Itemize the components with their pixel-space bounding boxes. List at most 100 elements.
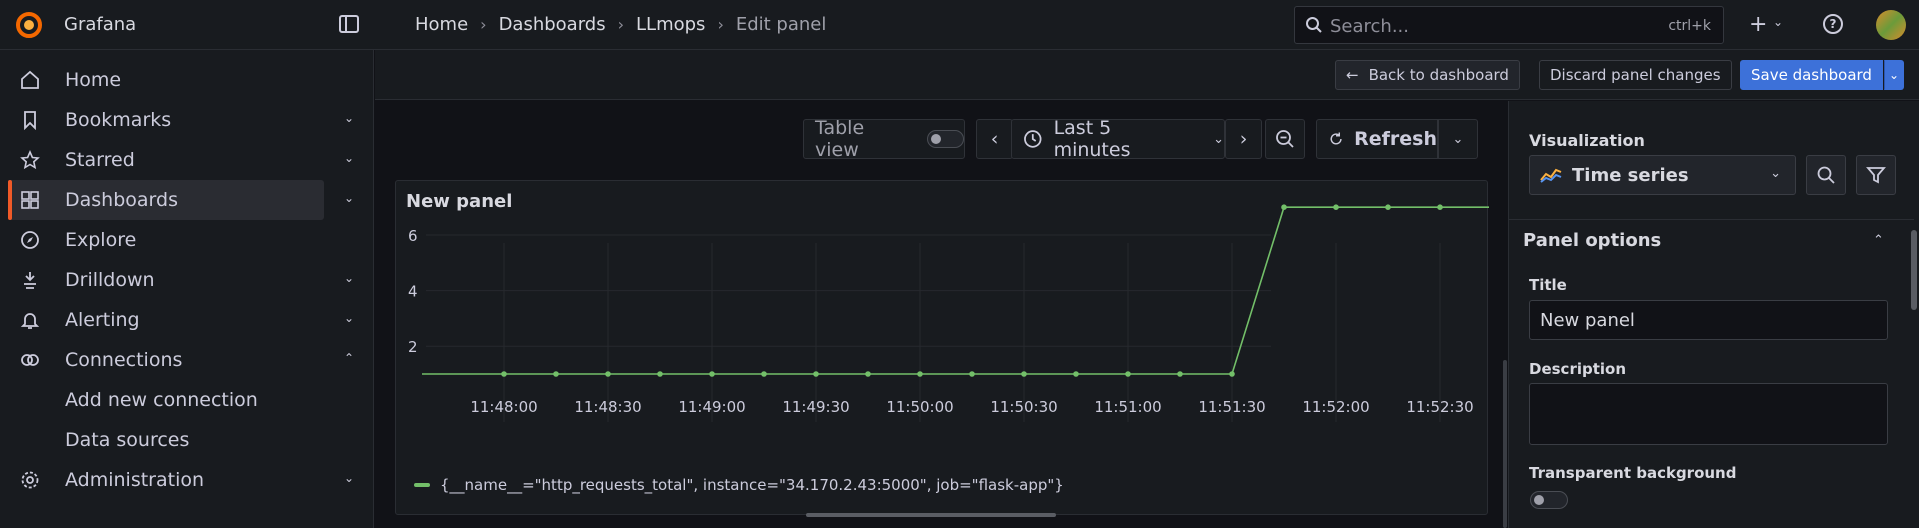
bell-icon [20,313,40,329]
chevron-down-icon[interactable]: ⌄ [344,271,354,285]
sidebar-item-alerting[interactable]: Alerting ⌄ [0,300,374,340]
help-icon[interactable]: ? [1823,14,1843,34]
series-point [1437,204,1443,210]
active-indicator [8,180,12,220]
bookmark-icon [24,111,36,130]
series-point [761,371,767,377]
drilldown-icon [24,272,36,289]
chevron-down-icon: ⌄ [1770,166,1781,181]
x-tick-label: 11:50:30 [990,398,1057,416]
visualization-search-button[interactable] [1806,155,1846,195]
sidebar-item-bookmarks[interactable]: Bookmarks ⌄ [0,100,374,140]
x-tick-label: 11:51:00 [1094,398,1161,416]
top-bar: Grafana Home › Dashboards › LLmops › Edi… [0,0,1919,50]
refresh-interval-button[interactable]: ⌄ [1438,119,1478,159]
sidebar-item-label: Dashboards [65,189,178,211]
chevron-down-icon[interactable]: ⌄ [344,311,354,325]
search-icon [1817,166,1835,184]
back-to-dashboard-button[interactable]: ← Back to dashboard [1335,60,1520,90]
chevron-down-icon: ⌄ [1452,131,1464,147]
table-view-switch[interactable] [926,130,964,148]
series-point [969,371,975,377]
compass-icon [21,231,39,249]
panel[interactable]: New panel 11:48:00 11:48:30 11:49:00 11:49:… [395,180,1489,515]
sidebar-item-connections[interactable]: Connections ⌃ [0,340,374,380]
chevron-left-icon: ‹ [990,128,999,150]
x-tick-label: 11:51:30 [1198,398,1265,416]
zoom-out-button[interactable] [1265,119,1305,159]
app-brand: Grafana [64,14,137,35]
save-dashboard-button[interactable]: Save dashboard [1740,60,1883,90]
time-forward-button[interactable]: › [1225,119,1262,159]
transparent-background-label: Transparent background [1529,464,1737,482]
title-input-value: New panel [1540,310,1635,331]
legend: {__name__="http_requests_total", instanc… [414,476,1064,494]
chevron-down-icon: ⌄ [1213,131,1224,147]
legend-label[interactable]: {__name__="http_requests_total", instanc… [440,476,1064,494]
time-series-chart[interactable]: 11:48:00 11:48:30 11:49:00 11:49:30 11:50:00… [396,181,1489,471]
series-point [917,371,923,377]
sidebar-item-add-new-connection[interactable]: Add new connection [0,380,374,420]
x-tick-label: 11:49:00 [678,398,745,416]
search-shortcut: ctrl+k [1668,18,1711,34]
chevron-down-icon: ⌄ [1889,68,1900,82]
sidebar-item-home[interactable]: Home [0,60,374,100]
sidebar-item-label: Starred [65,149,135,171]
avatar[interactable] [1876,10,1906,40]
visualization-filter-button[interactable] [1856,155,1896,195]
sidebar-item-explore[interactable]: Explore [0,220,374,260]
sidebar-item-drilldown[interactable]: Drilldown ⌄ [0,260,374,300]
discard-panel-changes-button[interactable]: Discard panel changes [1539,60,1732,90]
link-icon [21,354,39,366]
sidebar-item-dashboards[interactable]: Dashboards ⌄ [0,180,374,220]
sidebar-item-starred[interactable]: Starred ⌄ [0,140,374,180]
table-view-toggle[interactable]: Table view [803,117,965,161]
series-point [1333,204,1339,210]
sidebar-item-label: Bookmarks [65,109,172,131]
zoom-out-icon [1276,130,1294,148]
breadcrumb-separator-icon: › [617,15,625,34]
sidebar-item-administration[interactable]: Administration ⌄ [0,460,374,500]
series-point [1177,371,1183,377]
horizontal-scrollbar[interactable] [806,513,1056,517]
dock-menu-icon[interactable] [339,15,359,33]
y-tick-label: 6 [408,227,418,245]
chevron-up-icon[interactable]: ⌃ [1873,233,1884,248]
save-options-button[interactable]: ⌄ [1884,60,1904,90]
series-point [1229,371,1235,377]
pane-resize-handle[interactable] [1503,360,1507,528]
series-point [605,371,611,377]
add-icon[interactable]: + [1749,12,1767,37]
visualization-picker[interactable]: Time series ⌄ [1529,155,1796,195]
breadcrumb: Home › Dashboards › LLmops › Edit panel [415,14,826,35]
title-input[interactable]: New panel [1529,300,1888,340]
grafana-logo[interactable] [14,10,44,40]
series-point [553,371,559,377]
chevron-down-icon[interactable]: ⌄ [344,111,354,125]
series-point [865,371,871,377]
vertical-scrollbar[interactable] [1911,230,1917,310]
chevron-down-icon[interactable]: ⌄ [344,191,354,205]
chevron-down-icon[interactable]: ⌄ [344,151,354,165]
search-placeholder: Search... [1330,16,1410,37]
breadcrumb-edit-panel: Edit panel [735,14,827,35]
chevron-down-icon[interactable]: ⌄ [344,471,354,485]
y-tick-label: 4 [408,283,418,301]
filter-icon [1866,167,1886,184]
time-range-picker[interactable]: Last 5 minutes ⌄ [1011,117,1225,161]
sidebar-item-data-sources[interactable]: Data sources [0,420,374,460]
panel-options-heading[interactable]: Panel options [1523,230,1661,251]
time-back-button[interactable]: ‹ [976,119,1013,159]
refresh-button[interactable]: Refresh [1316,119,1438,159]
sidebar-item-label: Explore [65,229,137,251]
time-series-icon [1540,168,1562,183]
breadcrumb-dashboards[interactable]: Dashboards [499,14,606,35]
chevron-down-icon[interactable]: ⌄ [1773,15,1783,29]
search-input[interactable]: Search... ctrl+k [1294,6,1724,44]
chevron-up-icon[interactable]: ⌃ [344,351,354,365]
breadcrumb-home[interactable]: Home [415,14,468,35]
breadcrumb-llmops[interactable]: LLmops [636,14,705,35]
star-icon [20,150,40,170]
description-input[interactable] [1529,383,1888,445]
transparent-background-switch[interactable] [1530,491,1568,509]
